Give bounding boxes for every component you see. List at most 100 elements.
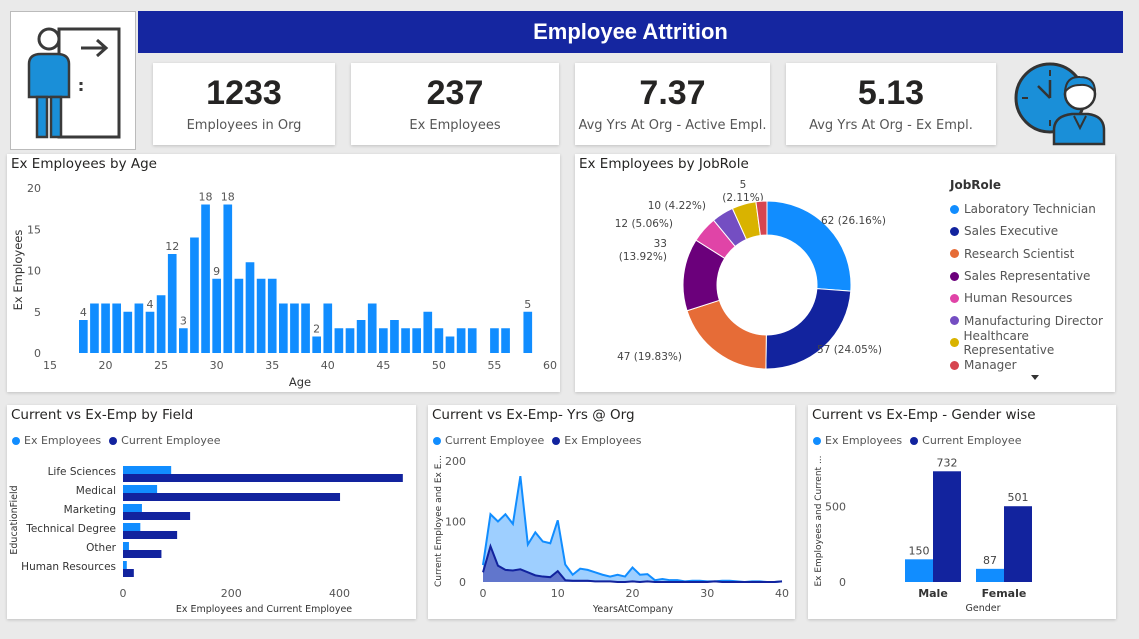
kpi-employees-in-org: 1233 Employees in Org [153, 63, 335, 145]
kpi-label: Ex Employees [409, 118, 501, 134]
age-bar [312, 336, 321, 353]
legend-title: JobRole [950, 178, 1002, 192]
field-bar-ex [123, 523, 141, 531]
age-bar [323, 303, 333, 353]
yrs-chart-title: Current vs Ex-Emp- Yrs @ Org [432, 407, 635, 423]
field-bar-current [123, 474, 403, 482]
kpi-label: Avg Yrs At Org - Active Empl. [578, 118, 767, 134]
donut-data-label: 47 (19.83%) [617, 351, 682, 363]
age-bar [367, 303, 377, 353]
category-label: Other [86, 542, 116, 554]
kpi-ex-employees: 237 Ex Employees [351, 63, 559, 145]
legend-label: Ex Employees [564, 434, 642, 447]
legend-label: Ex Employees [825, 434, 903, 447]
x-tick-label: 200 [221, 587, 242, 600]
donut-data-label: 10 (4.22%) [648, 200, 706, 212]
legend-label: Sales Executive [964, 224, 1059, 239]
legend-swatch [950, 204, 959, 214]
category-label: Male [918, 587, 948, 600]
age-chart-title: Ex Employees by Age [11, 156, 157, 172]
kpi-value: 7.37 [639, 73, 706, 112]
age-bar [167, 254, 177, 353]
age-bar [412, 328, 421, 353]
field-chart-title: Current vs Ex-Emp by Field [11, 407, 194, 423]
x-axis-title: Ex Employees and Current Employee [176, 604, 352, 615]
age-bar-data-label: 18 [221, 191, 235, 204]
category-label: Female [982, 587, 1027, 600]
age-bar [90, 303, 99, 353]
field-bar-ex [123, 561, 127, 569]
age-bar-data-label: 2 [313, 323, 320, 336]
panel-gender: Current vs Ex-Emp - Gender wise Ex Emplo… [808, 405, 1116, 619]
field-bar-ex [123, 542, 129, 550]
legend-swatch [950, 338, 959, 348]
legend-swatch [950, 226, 959, 236]
legend-label: Manufacturing Director [964, 313, 1103, 328]
gender-bar-data-label: 732 [937, 456, 958, 469]
legend-label: Research Scientist [964, 246, 1075, 261]
legend-swatch [813, 436, 821, 445]
age-bar-data-label: 4 [147, 298, 154, 311]
x-tick-label: 30 [210, 359, 224, 372]
kpi-value: 1233 [206, 73, 282, 112]
legend-item: Sales Executive [950, 220, 1115, 242]
x-tick-label: 400 [329, 587, 350, 600]
gender-legend: Ex Employees Current Employee [813, 434, 1021, 447]
y-axis-title: Ex Employees and Current ... [814, 455, 824, 586]
donut-data-label: 33 [654, 238, 667, 250]
legend-item: Laboratory Technician [950, 198, 1115, 220]
field-bar-current [123, 550, 162, 558]
field-bar-current [123, 569, 134, 577]
age-bar [256, 278, 266, 353]
age-bar [523, 311, 533, 353]
category-label: Life Sciences [48, 466, 116, 478]
age-bar [290, 303, 299, 353]
age-bar-data-label: 9 [213, 265, 220, 278]
legend-item: Healthcare Representative [950, 329, 1115, 357]
x-tick-label: 20 [99, 359, 113, 372]
age-bar [501, 328, 510, 353]
legend-swatch [950, 271, 959, 281]
x-tick-label: 55 [487, 359, 501, 372]
legend-scroll-down-icon[interactable] [1031, 375, 1039, 380]
y-tick-label: 500 [825, 500, 846, 513]
age-bar [301, 303, 310, 353]
person-leaving-door-icon [27, 27, 121, 139]
field-bar-ex [123, 466, 172, 474]
age-bar [456, 328, 466, 353]
panel-jobrole: Ex Employees by JobRole 62 (26.16%) 57 (2… [575, 154, 1115, 392]
x-tick-label: 45 [376, 359, 390, 372]
legend-label: Current Employee [445, 434, 545, 447]
gender-bar-data-label: 501 [1008, 491, 1029, 504]
field-bar-current [123, 493, 341, 501]
y-tick-label: 0 [34, 347, 41, 360]
age-bar-data-label: 18 [199, 191, 213, 204]
donut-data-label: 62 (26.16%) [821, 215, 886, 227]
category-label: Medical [76, 485, 116, 497]
age-bar [101, 303, 110, 353]
y-tick-label: 200 [445, 455, 466, 468]
donut-data-label: 12 (5.06%) [615, 218, 673, 230]
age-bar [223, 204, 233, 353]
age-bar [434, 328, 444, 353]
y-axis-title: EducationField [9, 485, 20, 554]
legend-item: Research Scientist [950, 243, 1115, 265]
legend-item: Manager [950, 354, 1115, 376]
x-axis-title: YearsAtCompany [592, 604, 674, 615]
donut-slice [765, 288, 852, 370]
kpi-label: Employees in Org [186, 118, 302, 134]
gender-bar-ex [905, 559, 933, 582]
donut-data-label: 5 [740, 179, 747, 191]
panel-yrs: Current vs Ex-Emp- Yrs @ Org Current Emp… [428, 405, 795, 619]
age-bar [356, 320, 366, 353]
left-icon-card [10, 11, 136, 150]
clock-employee-icon [1014, 62, 1106, 146]
age-bar [145, 311, 155, 353]
kpi-label: Avg Yrs At Org - Ex Empl. [809, 118, 973, 134]
legend-swatch [109, 436, 118, 445]
gender-bar-data-label: 87 [983, 554, 997, 567]
x-axis-title: Age [289, 375, 311, 389]
age-bar [467, 328, 477, 353]
age-bar [79, 320, 88, 353]
age-bar [179, 328, 188, 353]
